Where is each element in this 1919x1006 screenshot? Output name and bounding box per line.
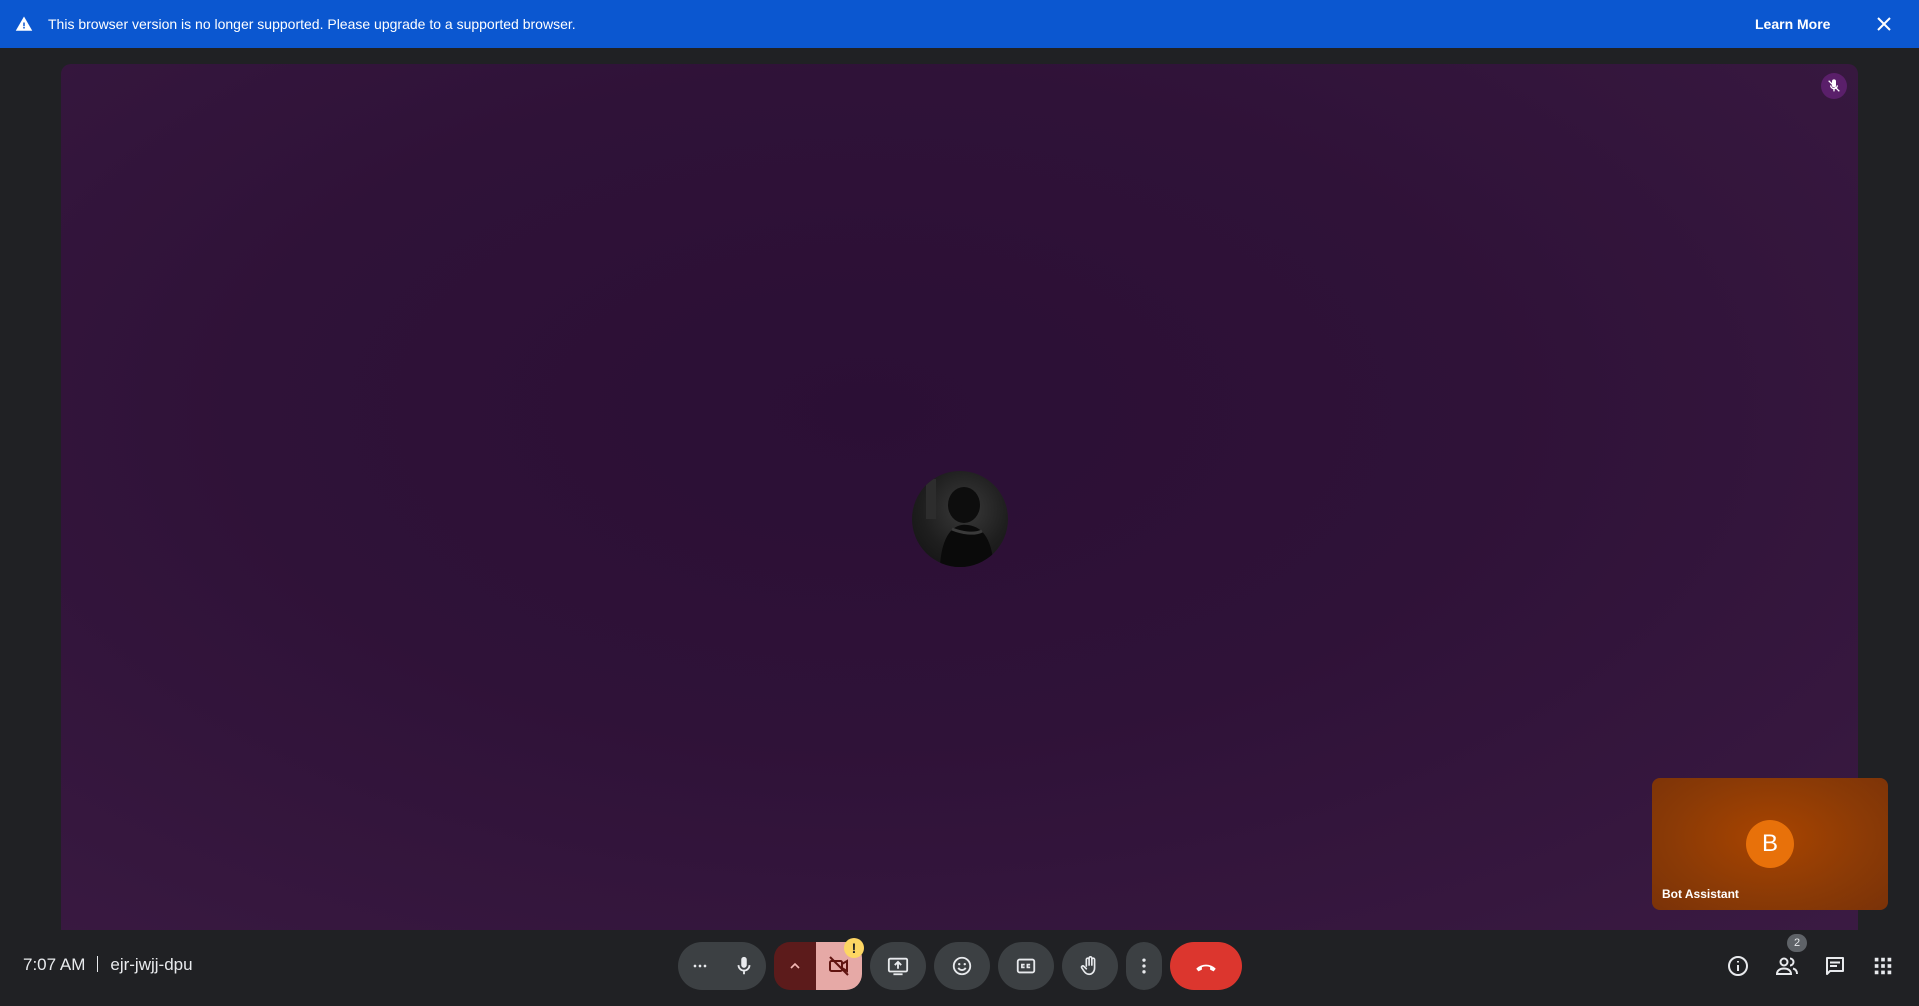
mic-control-group xyxy=(678,942,766,990)
info-icon xyxy=(1728,956,1748,976)
muted-mic-icon xyxy=(1821,73,1847,99)
more-vertical-icon xyxy=(1142,958,1146,974)
captions-button[interactable] xyxy=(998,942,1054,990)
emoji-icon xyxy=(952,956,972,976)
video-options-button[interactable] xyxy=(774,942,816,990)
camera-off-icon xyxy=(829,956,849,976)
closed-captions-icon xyxy=(1016,958,1036,974)
self-avatar: B xyxy=(1746,820,1794,868)
more-horizontal-icon xyxy=(693,964,707,968)
unsupported-browser-banner: This browser version is no longer suppor… xyxy=(0,0,1919,48)
learn-more-link[interactable]: Learn More xyxy=(1755,0,1830,48)
bottom-toolbar: 7:07 AM ejr-jwjj-dpu ! 2 xyxy=(0,930,1919,1006)
apps-grid-icon xyxy=(1874,957,1892,975)
meeting-details-button[interactable] xyxy=(1724,952,1752,980)
microphone-button[interactable] xyxy=(722,955,766,977)
hang-up-icon xyxy=(1196,964,1216,972)
self-video-tile[interactable]: B Bot Assistant xyxy=(1652,778,1888,910)
chat-button[interactable] xyxy=(1821,952,1849,980)
participant-count-badge: 2 xyxy=(1787,934,1807,952)
meeting-details: 7:07 AM ejr-jwjj-dpu xyxy=(23,930,193,1000)
present-screen-icon xyxy=(887,957,909,976)
reactions-button[interactable] xyxy=(934,942,990,990)
main-video-tile xyxy=(61,64,1858,930)
hand-icon xyxy=(1080,956,1096,976)
divider xyxy=(97,956,99,972)
warning-icon xyxy=(15,16,33,31)
present-button[interactable] xyxy=(870,942,926,990)
camera-warning-badge: ! xyxy=(844,938,864,958)
raise-hand-button[interactable] xyxy=(1062,942,1118,990)
activities-button[interactable] xyxy=(1869,952,1897,980)
close-icon[interactable] xyxy=(1872,12,1896,36)
participant-avatar xyxy=(912,471,1008,567)
self-name-label: Bot Assistant xyxy=(1662,887,1739,901)
more-options-button[interactable] xyxy=(1126,942,1162,990)
clock-time: 7:07 AM xyxy=(23,955,86,974)
meeting-code: ejr-jwjj-dpu xyxy=(110,955,193,974)
banner-message: This browser version is no longer suppor… xyxy=(48,16,576,32)
chevron-up-icon xyxy=(790,962,800,969)
chat-icon xyxy=(1826,957,1844,975)
audio-options-button[interactable] xyxy=(678,956,722,976)
microphone-icon xyxy=(737,956,751,975)
people-button[interactable] xyxy=(1773,952,1801,980)
leave-call-button[interactable] xyxy=(1170,942,1242,990)
people-icon xyxy=(1775,957,1798,975)
